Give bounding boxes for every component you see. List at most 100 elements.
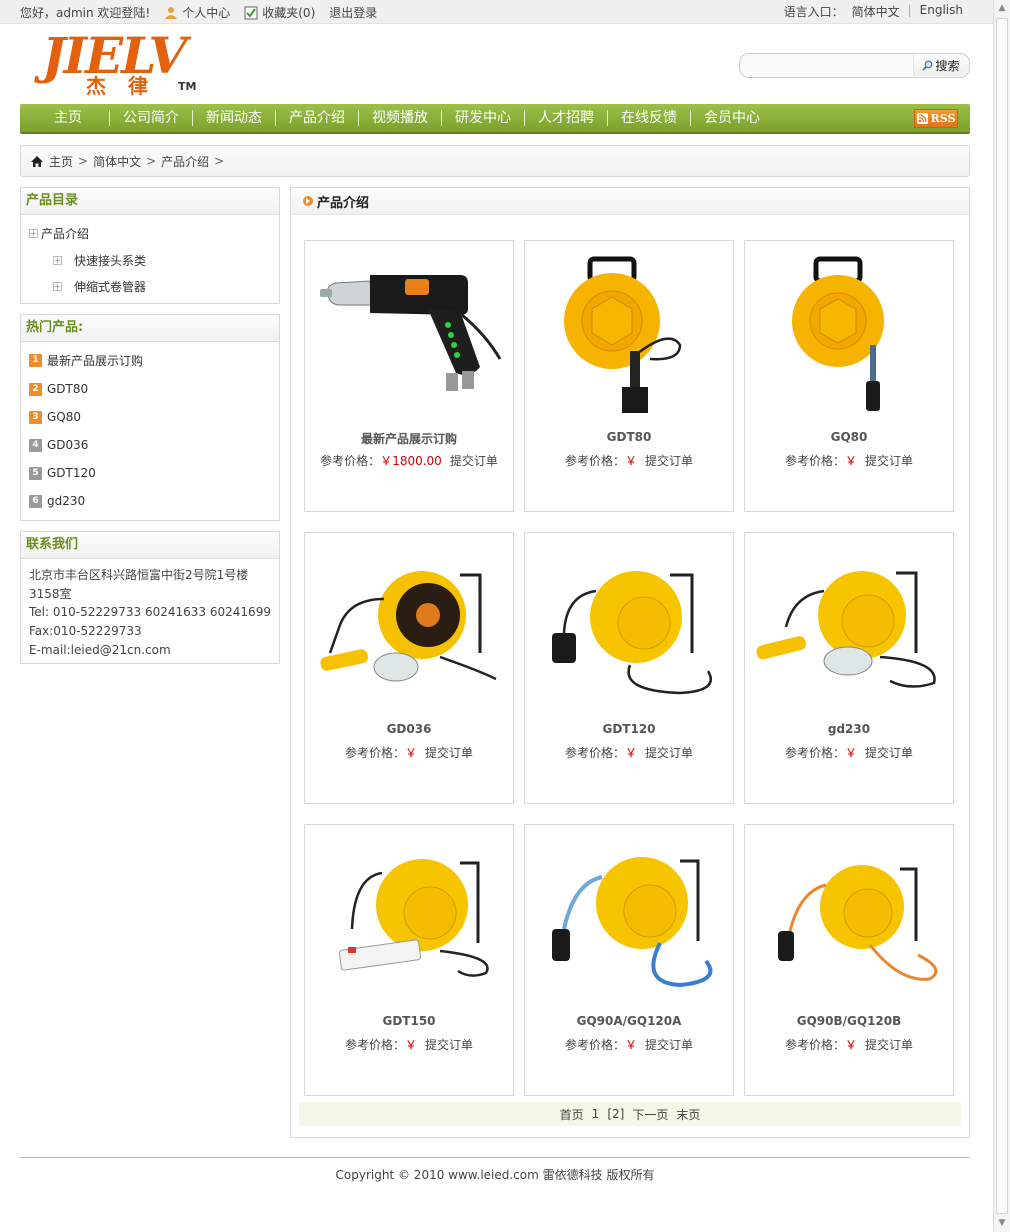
hot-item[interactable]: 6 gd230	[29, 494, 85, 508]
product-name[interactable]: GQ90B/GQ120B	[745, 1014, 953, 1028]
breadcrumb-home[interactable]: 主页	[49, 153, 73, 170]
contact-box: 联系我们 北京市丰台区科兴路恒富中街2号院1号楼 3158室 Tel: 010-…	[20, 531, 280, 664]
nav-item-rd[interactable]: 研发中心	[442, 110, 525, 126]
expand-icon[interactable]: +	[53, 282, 62, 291]
catalog-root-item[interactable]: + 产品介绍	[29, 225, 89, 242]
breadcrumb-lang[interactable]: 简体中文	[93, 153, 141, 170]
product-name[interactable]: GDT150	[305, 1014, 513, 1028]
language-label: 语言入口：	[783, 5, 844, 19]
breadcrumb-sep: >	[146, 154, 157, 168]
nav-item-home[interactable]: 主页	[34, 110, 110, 126]
lamp-reel-image	[320, 571, 497, 682]
product-card[interactable]: GDT80 参考价格：￥ 提交订单	[524, 240, 734, 512]
logo-tm: TM	[178, 80, 197, 93]
scroll-up-icon[interactable]: ▲	[994, 0, 1010, 17]
product-panel: 产品介绍 最新产品展示订购 参考价格：￥1800.00 提交订单 GDT80 参考…	[290, 187, 970, 1138]
nav-item-feedback[interactable]: 在线反馈	[608, 110, 691, 126]
product-price: 参考价格：￥ 提交订单	[745, 1036, 953, 1053]
nav-item-video[interactable]: 视频播放	[359, 110, 442, 126]
product-card[interactable]: GQ90A/GQ120A 参考价格：￥ 提交订单	[524, 824, 734, 1096]
product-card[interactable]: GQ90B/GQ120B 参考价格：￥ 提交订单	[744, 824, 954, 1096]
price-currency: ￥	[404, 746, 417, 760]
vertical-scrollbar[interactable]: ▲ ▼	[993, 0, 1010, 1232]
submit-order-link[interactable]: 提交订单	[865, 454, 913, 468]
product-card[interactable]: GD036 参考价格：￥ 提交订单	[304, 532, 514, 804]
product-card[interactable]: GQ80 参考价格：￥ 提交订单	[744, 240, 954, 512]
product-name[interactable]: GD036	[305, 722, 513, 736]
price-currency: ￥	[404, 1038, 417, 1052]
product-card[interactable]: gd230 参考价格：￥ 提交订单	[744, 532, 954, 804]
contact-email[interactable]: E-mail:leied@21cn.com	[29, 643, 171, 657]
pager-first[interactable]: 首页	[560, 1106, 584, 1123]
product-price: 参考价格：￥ 提交订单	[525, 1036, 733, 1053]
product-card[interactable]: 最新产品展示订购 参考价格：￥1800.00 提交订单	[304, 240, 514, 512]
product-card[interactable]: GDT120 参考价格：￥ 提交订单	[524, 532, 734, 804]
product-price: 参考价格：￥ 提交订单	[305, 1036, 513, 1053]
hot-item[interactable]: 5 GDT120	[29, 466, 96, 480]
price-label: 参考价格：	[784, 454, 845, 468]
hot-item[interactable]: 1 最新产品展示订购	[29, 352, 143, 369]
breadcrumb-section[interactable]: 产品介绍	[161, 153, 209, 170]
product-name[interactable]: GDT120	[525, 722, 733, 736]
favorites-icon	[244, 6, 258, 19]
submit-order-link[interactable]: 提交订单	[865, 746, 913, 760]
price-currency: ￥	[844, 746, 857, 760]
lang-en-link[interactable]: English	[920, 3, 963, 20]
catalog-item-label: 快速接头系类	[74, 254, 147, 268]
logout-link[interactable]: 退出登录	[329, 4, 377, 21]
price-currency: ￥	[844, 454, 857, 468]
submit-order-link[interactable]: 提交订单	[645, 454, 693, 468]
contact-title: 联系我们	[21, 532, 279, 559]
price-currency: ￥	[624, 454, 637, 468]
lamp-reel-image	[756, 571, 936, 688]
rank-badge: 1	[29, 354, 42, 367]
nav-item-products[interactable]: 产品介绍	[276, 110, 359, 126]
lang-divider: |	[907, 3, 912, 17]
product-name[interactable]: gd230	[745, 722, 953, 736]
nav-item-members[interactable]: 会员中心	[691, 110, 773, 126]
price-currency: ￥	[624, 1038, 637, 1052]
favorites-link[interactable]: 收藏夹(0)	[244, 4, 315, 21]
price-label: 参考价格：	[564, 454, 625, 468]
product-price: 参考价格：￥1800.00 提交订单	[305, 452, 513, 469]
hot-item[interactable]: 3 GQ80	[29, 410, 81, 424]
expand-icon[interactable]: +	[53, 256, 62, 265]
product-name[interactable]: 最新产品展示订购	[305, 430, 513, 447]
catalog-item[interactable]: + 伸缩式卷管器	[53, 278, 146, 295]
submit-order-link[interactable]: 提交订单	[425, 1038, 473, 1052]
search-input[interactable]	[748, 57, 913, 74]
expand-icon[interactable]: +	[29, 229, 38, 238]
product-name[interactable]: GQ80	[745, 430, 953, 444]
scroll-thumb[interactable]	[996, 18, 1008, 1214]
hot-item[interactable]: 4 GD036	[29, 438, 88, 452]
nav-item-jobs[interactable]: 人才招聘	[525, 110, 608, 126]
home-icon	[31, 155, 43, 167]
pager-next[interactable]: 下一页	[632, 1106, 668, 1123]
scroll-down-icon[interactable]: ▼	[994, 1215, 1010, 1232]
site-logo[interactable]: JIELV 杰律 TM	[42, 26, 202, 98]
pager-last[interactable]: 末页	[676, 1106, 700, 1123]
submit-order-link[interactable]: 提交订单	[645, 1038, 693, 1052]
nav-item-about[interactable]: 公司简介	[110, 110, 193, 126]
product-name[interactable]: GQ90A/GQ120A	[525, 1014, 733, 1028]
catalog-item[interactable]: + 快速接头系类	[53, 252, 146, 269]
user-center-link[interactable]: 个人中心	[164, 4, 230, 21]
rss-button[interactable]: RSS	[914, 109, 958, 128]
hot-item[interactable]: 2 GDT80	[29, 382, 88, 396]
nav-item-news[interactable]: 新闻动态	[193, 110, 276, 126]
hot-item-label: GD036	[47, 438, 89, 452]
submit-order-link[interactable]: 提交订单	[450, 454, 498, 468]
lang-cn-link[interactable]: 简体中文	[852, 3, 900, 20]
greeting: 您好，admin 欢迎登陆!	[20, 6, 151, 20]
pager-page-1[interactable]: 1	[592, 1107, 600, 1121]
submit-order-link[interactable]: 提交订单	[865, 1038, 913, 1052]
submit-order-link[interactable]: 提交订单	[425, 746, 473, 760]
product-card[interactable]: GDT150 参考价格：￥ 提交订单	[304, 824, 514, 1096]
search-button[interactable]: 搜索	[913, 55, 968, 76]
rank-badge: 6	[29, 494, 42, 508]
power-strip-reel-image	[338, 859, 489, 977]
submit-order-link[interactable]: 提交订单	[645, 746, 693, 760]
catalog-item-label: 伸缩式卷管器	[74, 280, 147, 294]
product-name[interactable]: GDT80	[525, 430, 733, 444]
search-box: 搜索	[739, 53, 970, 78]
